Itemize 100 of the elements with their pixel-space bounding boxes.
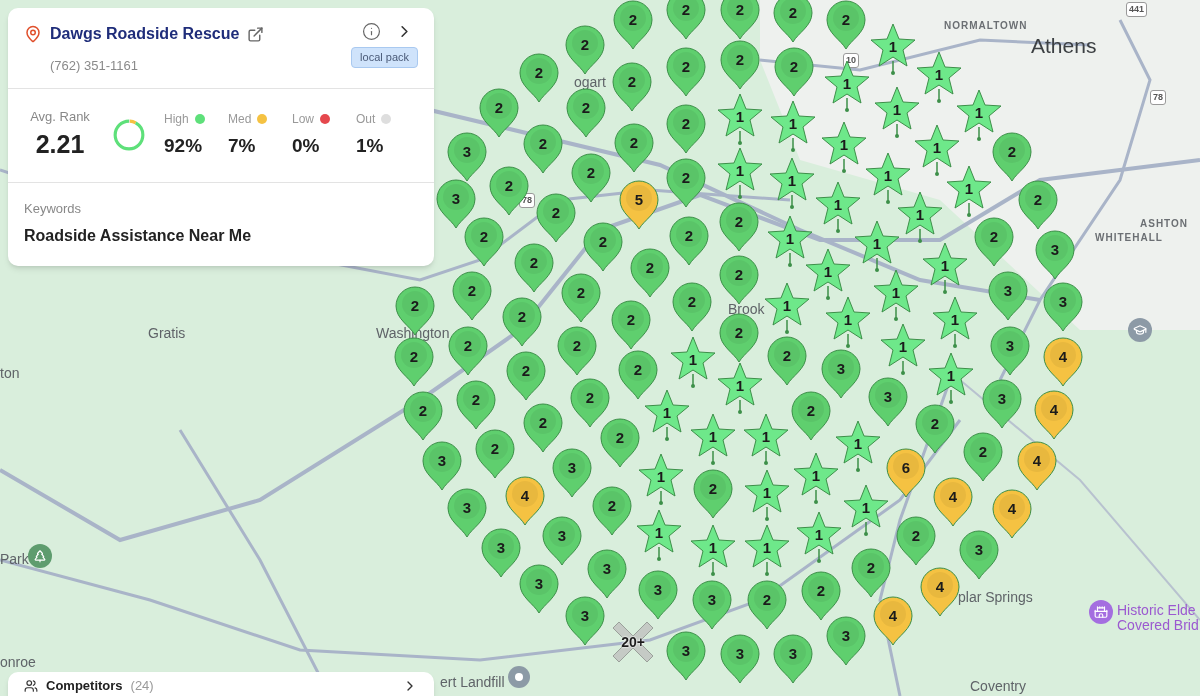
rank-pin[interactable]: 2 [464, 217, 504, 267]
rank-pin[interactable]: 3 [587, 549, 627, 599]
rank-pin[interactable]: 2 [571, 153, 611, 203]
rank-pin[interactable]: 2 [791, 391, 831, 441]
rank-pin[interactable]: 3 [959, 530, 999, 580]
rank-pin[interactable]: 2 [747, 580, 787, 630]
rank-pin[interactable]: 2 [719, 313, 759, 363]
rank-pin[interactable]: 2 [502, 297, 542, 347]
rank-pin[interactable]: 3 [988, 271, 1028, 321]
rank-pin[interactable]: 2 [479, 88, 519, 138]
rank-pin[interactable]: 3 [868, 377, 908, 427]
rank-pin[interactable]: 2 [666, 0, 706, 40]
rank-pin[interactable]: 2 [915, 404, 955, 454]
rank-pin[interactable]: 2 [514, 243, 554, 293]
rank-pin[interactable]: 3 [692, 580, 732, 630]
rank-pin[interactable]: 2 [666, 104, 706, 154]
rank-pin[interactable]: 3 [565, 596, 605, 646]
rank-pin[interactable]: 2 [592, 486, 632, 536]
map-place-label: Athens [1031, 33, 1097, 59]
rank-pin[interactable]: 4 [992, 489, 1032, 539]
rank-pin[interactable]: 2 [974, 217, 1014, 267]
rank-pin[interactable]: 2 [570, 378, 610, 428]
rank-pin[interactable]: 2 [583, 222, 623, 272]
rank-pin[interactable]: 2 [896, 516, 936, 566]
rank-pin[interactable]: 6 [886, 448, 926, 498]
rank-pin[interactable]: 3 [542, 516, 582, 566]
rank-pin[interactable]: 2 [565, 25, 605, 75]
rank-pin[interactable]: 2 [612, 62, 652, 112]
rank-pin[interactable]: 2 [992, 132, 1032, 182]
map-place-label: Gratis [148, 324, 186, 343]
rank-pin[interactable]: 2 [600, 418, 640, 468]
rank-pin[interactable]: 2 [523, 124, 563, 174]
rank-pin[interactable]: 3 [519, 564, 559, 614]
rank-pin[interactable]: 3 [1035, 230, 1075, 280]
avg-rank-label: Avg. Rank [30, 107, 90, 126]
rank-pin[interactable]: 2 [613, 0, 653, 50]
rank-pin[interactable]: 2 [767, 336, 807, 386]
rank-pin[interactable]: 3 [666, 631, 706, 681]
rank-pin[interactable]: 2 [693, 469, 733, 519]
rank-pin[interactable]: 2 [773, 0, 813, 43]
rank-pin[interactable]: 3 [447, 488, 487, 538]
rank-pin[interactable]: 4 [1043, 337, 1083, 387]
stat-label: High [164, 110, 189, 128]
rank-pin[interactable]: 2 [536, 193, 576, 243]
rank-pin[interactable]: 2 [611, 300, 651, 350]
rank-pin[interactable]: 3 [821, 349, 861, 399]
rank-pin[interactable]: 2 [614, 123, 654, 173]
rank-pin[interactable]: 4 [933, 477, 973, 527]
map-place-label: onroe [0, 653, 36, 672]
rank-pin[interactable]: 3 [826, 616, 866, 666]
rank-pin[interactable]: 3 [1043, 282, 1083, 332]
rank-pin[interactable]: 2 [475, 429, 515, 479]
rank-pin[interactable]: 2 [519, 53, 559, 103]
rank-pin[interactable]: 2 [448, 326, 488, 376]
rank-pin[interactable]: 2 [618, 350, 658, 400]
rank-pin[interactable]: 4 [873, 596, 913, 646]
rank-pin[interactable]: 2 [774, 47, 814, 97]
rank-pin[interactable]: 2 [720, 40, 760, 90]
rank-pin[interactable]: 3 [552, 448, 592, 498]
rank-pin[interactable]: 2 [672, 282, 712, 332]
rank-pin[interactable]: 2 [452, 271, 492, 321]
rank-pin[interactable]: 2 [456, 380, 496, 430]
rank-pin[interactable]: 2 [851, 548, 891, 598]
rank-pin[interactable]: 2 [630, 248, 670, 298]
rank-pin[interactable]: 2 [557, 326, 597, 376]
rank-pin[interactable]: 2 [666, 47, 706, 97]
rank-pin[interactable]: 3 [990, 326, 1030, 376]
rank-pin[interactable]: 2 [506, 351, 546, 401]
rank-pin[interactable]: 3 [720, 634, 760, 684]
rank-pin[interactable]: 2 [801, 571, 841, 621]
rank-pin[interactable]: 3 [436, 179, 476, 229]
competitors-bar[interactable]: Competitors (24) [8, 672, 434, 696]
keywords-label: Keywords [24, 199, 83, 218]
business-name-link[interactable]: Dawgs Roadside Rescue [50, 22, 240, 46]
rank-pin[interactable]: 3 [447, 132, 487, 182]
rank-pin[interactable]: 2 [669, 216, 709, 266]
rank-pin[interactable]: 4 [1034, 390, 1074, 440]
map-place-label: NORMALTOWN [944, 19, 1028, 33]
rank-pin[interactable]: 4 [1017, 441, 1057, 491]
rank-pin[interactable]: 2 [1018, 180, 1058, 230]
rank-pin[interactable]: 2 [963, 432, 1003, 482]
rank-pin[interactable]: 3 [422, 441, 462, 491]
rank-pin[interactable]: 2 [826, 0, 866, 50]
rank-pin[interactable]: 5 [619, 180, 659, 230]
rank-pin[interactable]: 4 [505, 476, 545, 526]
rank-pin[interactable]: 2 [720, 0, 760, 40]
out-of-range-marker[interactable]: 20+ [611, 620, 655, 664]
rank-pin[interactable]: 3 [773, 634, 813, 684]
rank-pin[interactable]: 3 [638, 570, 678, 620]
map-place-label: Coventry [970, 677, 1027, 696]
rank-pin[interactable]: 2 [403, 391, 443, 441]
rank-pin[interactable]: 3 [481, 528, 521, 578]
highway-shield: 441 [1126, 2, 1148, 17]
rank-pin[interactable]: 2 [561, 273, 601, 323]
rank-pin[interactable]: 2 [666, 158, 706, 208]
rank-pin[interactable]: 2 [566, 88, 606, 138]
rank-pin[interactable]: 4 [920, 567, 960, 617]
rank-pin[interactable]: 3 [982, 379, 1022, 429]
rank-pin[interactable]: 2 [719, 202, 759, 252]
rank-pin[interactable]: 2 [523, 403, 563, 453]
